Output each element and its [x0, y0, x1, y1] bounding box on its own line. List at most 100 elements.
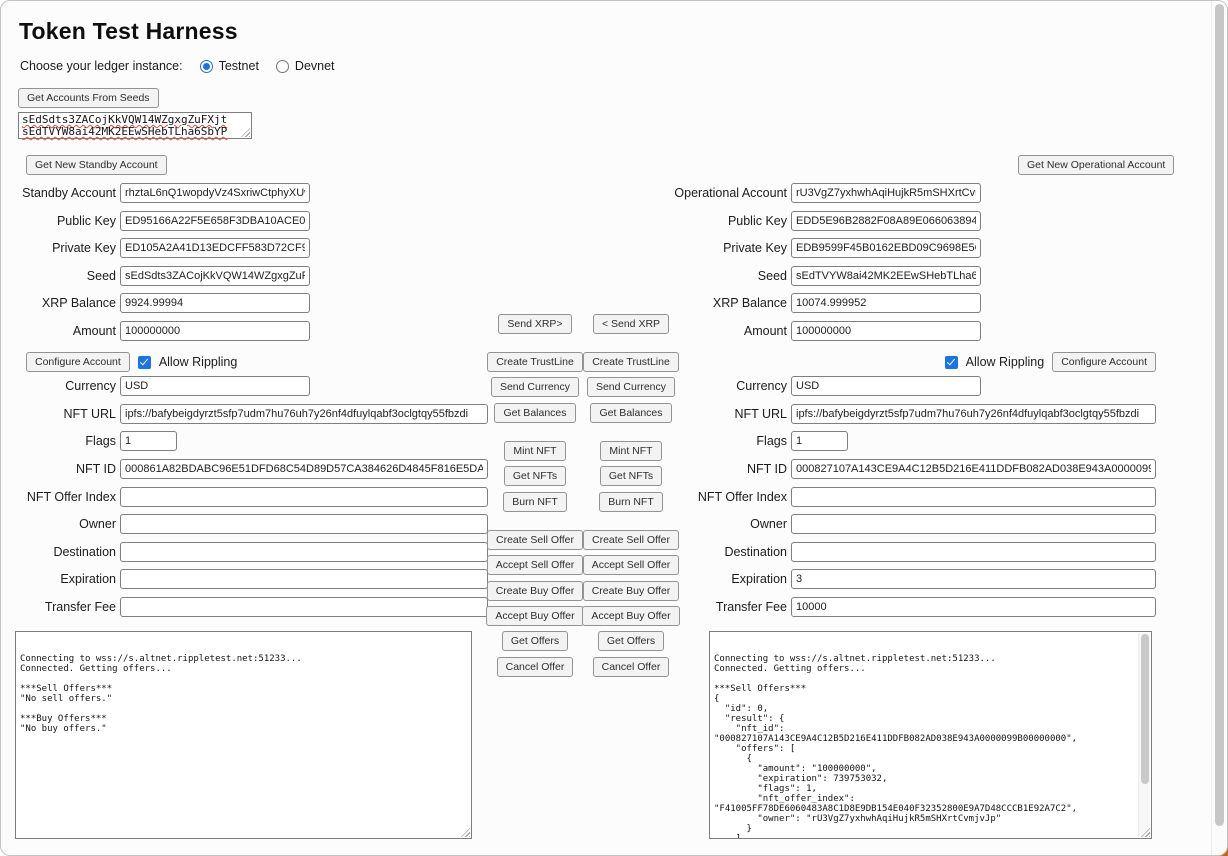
standby-currency-input[interactable] — [120, 376, 310, 396]
operational-private-key-input[interactable] — [791, 238, 981, 258]
operational-burn-nft-button[interactable]: Burn NFT — [599, 492, 663, 512]
standby-mint-nft-button[interactable]: Mint NFT — [504, 441, 565, 461]
operational-public-key-input[interactable] — [791, 211, 981, 231]
operational-flags-input[interactable] — [791, 431, 848, 451]
operational-accept-buy-offer-button[interactable]: Accept Buy Offer — [582, 606, 679, 626]
standby-allow-rippling-checkbox[interactable] — [138, 356, 151, 369]
operational-get-nfts-button[interactable]: Get NFTs — [600, 466, 662, 486]
operational-cancel-offer-button[interactable]: Cancel Offer — [593, 657, 670, 677]
standby-transfer-fee-input[interactable] — [120, 597, 488, 617]
operational-amount-input[interactable] — [791, 321, 981, 341]
standby-owner-input[interactable] — [120, 514, 488, 534]
accept-buy-offer-row: Accept Buy Offer Accept Buy Offer — [481, 606, 681, 626]
standby-nft-url-input[interactable] — [120, 404, 488, 424]
standby-seed-input[interactable] — [120, 266, 310, 286]
standby-nft-id-input[interactable] — [120, 459, 488, 479]
seeds-textarea[interactable]: sEdSdts3ZACojKkVQW14WZgxgZuFXjt sEdTVYW8… — [18, 112, 252, 139]
operational-nft-id-input[interactable] — [791, 459, 1156, 479]
operational-owner-label: Owner — [669, 514, 791, 534]
standby-create-buy-offer-button[interactable]: Create Buy Offer — [487, 581, 584, 601]
radio-testnet[interactable] — [200, 60, 213, 73]
operational-expiration-label: Expiration — [669, 569, 791, 589]
get-new-standby-account-button[interactable]: Get New Standby Account — [26, 155, 167, 175]
operational-currency-label: Currency — [669, 376, 791, 396]
operational-accept-sell-offer-button[interactable]: Accept Sell Offer — [583, 555, 680, 575]
page-scrollbar[interactable] — [1215, 4, 1224, 826]
operational-xrp-balance-input[interactable] — [791, 293, 981, 313]
standby-transfer-fee-label: Transfer Fee — [1, 597, 120, 617]
get-new-operational-account-button[interactable]: Get New Operational Account — [1018, 155, 1174, 175]
accept-sell-offer-row: Accept Sell Offer Accept Sell Offer — [481, 555, 681, 575]
operational-transfer-fee-input[interactable] — [791, 597, 1156, 617]
console-scrollbar-thumb[interactable] — [1141, 634, 1149, 784]
standby-accept-buy-offer-button[interactable]: Accept Buy Offer — [486, 606, 583, 626]
standby-public-key-label: Public Key — [1, 211, 120, 231]
operational-create-trustline-button[interactable]: Create TrustLine — [583, 352, 679, 372]
ledger-instance-label: Choose your ledger instance: — [20, 59, 183, 73]
page-title: Token Test Harness — [19, 18, 238, 45]
operational-send-currency-button[interactable]: Send Currency — [587, 377, 675, 397]
operational-nft-url-label: NFT URL — [669, 404, 791, 424]
operational-currency-input[interactable] — [791, 376, 981, 396]
operational-nft-url-input[interactable] — [791, 404, 1156, 424]
operational-get-offers-button[interactable]: Get Offers — [598, 631, 664, 651]
standby-send-currency-button[interactable]: Send Currency — [491, 377, 579, 397]
operational-nft-offer-index-input[interactable] — [791, 487, 1156, 507]
standby-configure-account-button[interactable]: Configure Account — [26, 352, 130, 372]
resize-grip-icon[interactable] — [461, 828, 470, 837]
operational-mint-nft-button[interactable]: Mint NFT — [600, 441, 661, 461]
standby-private-key-input[interactable] — [120, 238, 310, 258]
standby-send-xrp-button[interactable]: Send XRP> — [498, 314, 571, 334]
operational-send-xrp-button[interactable]: < Send XRP — [593, 314, 669, 334]
console-scrollbar[interactable] — [1138, 633, 1150, 837]
operational-expiration-input[interactable] — [791, 569, 1156, 589]
operational-allow-rippling-checkbox[interactable] — [945, 356, 958, 369]
operational-column: Operational Account Public Key Private K… — [669, 183, 1156, 625]
operational-configure-account-button[interactable]: Configure Account — [1052, 352, 1156, 372]
get-offers-row: Get Offers Get Offers — [481, 631, 681, 651]
operational-seed-input[interactable] — [791, 266, 981, 286]
operational-create-buy-offer-button[interactable]: Create Buy Offer — [583, 581, 680, 601]
burn-nft-row: Burn NFT Burn NFT — [481, 492, 681, 512]
create-buy-offer-row: Create Buy Offer Create Buy Offer — [481, 581, 681, 601]
standby-amount-input[interactable] — [120, 321, 310, 341]
radio-devnet[interactable] — [276, 60, 289, 73]
standby-get-balances-button[interactable]: Get Balances — [494, 403, 575, 423]
create-trustline-row: Create TrustLine Create TrustLine — [481, 352, 681, 372]
standby-create-sell-offer-button[interactable]: Create Sell Offer — [487, 530, 583, 550]
operational-public-key-label: Public Key — [669, 211, 791, 231]
standby-get-offers-button[interactable]: Get Offers — [502, 631, 568, 651]
standby-burn-nft-button[interactable]: Burn NFT — [503, 492, 567, 512]
radio-testnet-label: Testnet — [219, 59, 259, 73]
standby-xrp-balance-input[interactable] — [120, 293, 310, 313]
standby-nft-id-label: NFT ID — [1, 459, 120, 479]
standby-destination-input[interactable] — [120, 542, 488, 562]
standby-expiration-input[interactable] — [120, 569, 488, 589]
operational-get-balances-button[interactable]: Get Balances — [590, 403, 671, 423]
standby-public-key-input[interactable] — [120, 211, 310, 231]
operational-create-sell-offer-button[interactable]: Create Sell Offer — [583, 530, 679, 550]
standby-results-textarea[interactable]: Connecting to wss://s.altnet.rippletest.… — [15, 631, 472, 839]
operational-amount-label: Amount — [669, 321, 791, 341]
operational-owner-input[interactable] — [791, 514, 1156, 534]
standby-flags-label: Flags — [1, 431, 120, 451]
standby-accept-sell-offer-button[interactable]: Accept Sell Offer — [487, 555, 584, 575]
standby-flags-input[interactable] — [120, 431, 177, 451]
get-balances-row: Get Balances Get Balances — [481, 403, 681, 423]
operational-destination-label: Destination — [669, 542, 791, 562]
ledger-instance-chooser: Choose your ledger instance: Testnet Dev… — [20, 58, 335, 74]
operational-results-textarea[interactable]: Connecting to wss://s.altnet.rippletest.… — [709, 631, 1152, 839]
operational-nft-offer-index-label: NFT Offer Index — [669, 487, 791, 507]
operational-account-input[interactable] — [791, 183, 981, 203]
standby-get-nfts-button[interactable]: Get NFTs — [504, 466, 566, 486]
standby-account-input[interactable] — [120, 183, 310, 203]
get-accounts-from-seeds-button[interactable]: Get Accounts From Seeds — [18, 88, 159, 108]
standby-create-trustline-button[interactable]: Create TrustLine — [487, 352, 583, 372]
standby-xrp-balance-label: XRP Balance — [1, 293, 120, 313]
standby-cancel-offer-button[interactable]: Cancel Offer — [497, 657, 574, 677]
operational-flags-label: Flags — [669, 431, 791, 451]
standby-nft-offer-index-input[interactable] — [120, 487, 488, 507]
standby-owner-label: Owner — [1, 514, 120, 534]
operational-destination-input[interactable] — [791, 542, 1156, 562]
operational-transfer-fee-label: Transfer Fee — [669, 597, 791, 617]
